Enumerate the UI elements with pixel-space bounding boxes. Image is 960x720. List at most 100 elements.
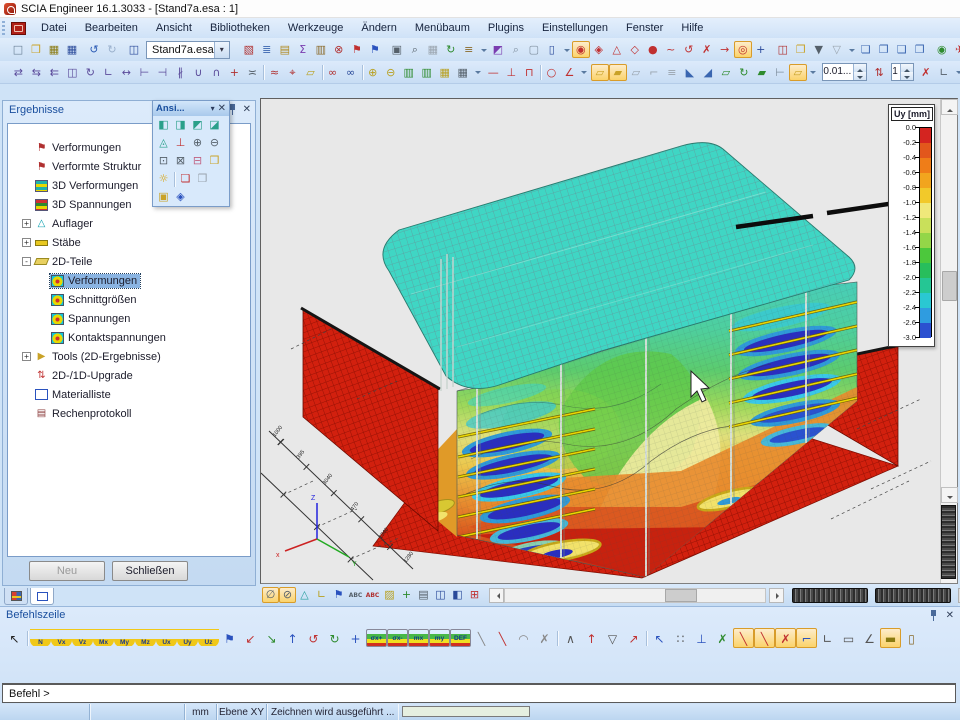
delete-measure-icon[interactable]: ✗ <box>917 64 935 81</box>
menu-item-menuebaum[interactable]: Menübaum <box>406 20 479 36</box>
zoom-all-icon[interactable]: ⊠ <box>172 153 189 169</box>
reaction-y-icon[interactable]: ↘ <box>261 628 282 648</box>
edit-polyline-icon[interactable]: ≈ <box>266 64 284 81</box>
snap-endpoint-icon[interactable]: ╲ <box>754 628 775 648</box>
3d-model-scene[interactable]: 1000 395 3040 470 1340 1280 Z x Y <box>261 99 940 583</box>
load-groups-icon[interactable]: ⊗ <box>330 41 348 58</box>
zoom-document-icon[interactable]: ⌕ <box>507 41 525 58</box>
paste-properties-icon[interactable]: ❐ <box>875 41 893 58</box>
render-wireframe-icon[interactable]: ∅ <box>262 587 279 603</box>
volumes-icon[interactable]: △ <box>296 587 313 603</box>
visibility-parameters-icon[interactable]: ◉ <box>933 41 951 58</box>
combo-dropdown-icon[interactable]: ▾ <box>214 42 229 58</box>
snap-free-icon[interactable]: ╲ <box>471 628 492 648</box>
table-gray-icon[interactable]: ▦ <box>454 64 472 81</box>
select-previous-icon[interactable]: ↺ <box>680 41 698 58</box>
command-line-header[interactable]: Befehlszeile ✕ <box>0 607 960 625</box>
marquee-icon[interactable]: ▢ <box>525 41 543 58</box>
tab-layers[interactable] <box>4 588 28 605</box>
deselect-all-icon[interactable]: ✗ <box>698 41 716 58</box>
result-uz-button[interactable]: Uz <box>198 629 219 647</box>
libraries-icon[interactable]: ▥ <box>312 41 330 58</box>
perspective-box-icon[interactable]: ◈ <box>172 189 189 205</box>
toolbar-overflow-icon[interactable] <box>474 64 475 80</box>
plate-selected-icon[interactable]: ▱ <box>789 64 807 81</box>
clipboard-picture-icon[interactable]: ▣ <box>155 189 172 205</box>
snap-tangent-icon[interactable]: ∟ <box>817 628 838 648</box>
table-to-left-icon[interactable]: ▥ <box>400 64 418 81</box>
intersect-icon[interactable]: ∩ <box>207 64 225 81</box>
snap-arc-icon[interactable]: ◠ <box>513 628 534 648</box>
spin-up-icon[interactable] <box>854 64 866 72</box>
tree-item-staebe[interactable]: +Stäbe <box>8 233 250 252</box>
scale-icon[interactable]: ∟ <box>99 64 117 81</box>
scale-spinner[interactable]: 1 <box>891 63 914 81</box>
result-n-button[interactable]: N <box>30 629 51 647</box>
line-grid-icon[interactable]: ⊥ <box>691 628 712 648</box>
results-diagram-icon[interactable]: ∟ <box>313 587 330 603</box>
trim-icon[interactable]: ⊢ <box>135 64 153 81</box>
open-project-icon[interactable]: ❒ <box>27 41 45 58</box>
calculation-mesh-icon[interactable]: ▧ <box>240 41 258 58</box>
rib-icon[interactable]: ≡ <box>663 64 681 81</box>
layers-icon[interactable]: ≣ <box>258 41 276 58</box>
select-by-mouse-icon[interactable]: ◉ <box>572 41 590 58</box>
snap-intersection-icon[interactable]: ✗ <box>775 628 796 648</box>
expand-icon[interactable]: + <box>22 352 31 361</box>
cursor-vertex-icon[interactable]: ∧ <box>560 628 581 648</box>
save-all-icon[interactable]: ▦ <box>45 41 63 58</box>
snap-angle-icon[interactable]: ∠ <box>859 628 880 648</box>
activity-filter-off-icon[interactable]: ▽ <box>828 41 846 58</box>
tree-item-auflager[interactable]: +Auflager <box>8 214 250 233</box>
collapse-icon[interactable]: - <box>22 257 31 266</box>
split-window-2-icon[interactable]: ◫ <box>432 587 449 603</box>
wall-corner-icon[interactable]: ⌐ <box>645 64 663 81</box>
snap-step-spinner[interactable]: 0.01... <box>822 63 867 81</box>
document-editor-icon[interactable]: ≡ <box>460 41 478 58</box>
undo-icon[interactable]: ↺ <box>85 41 103 58</box>
select-by-workplane-icon[interactable]: ◇ <box>626 41 644 58</box>
spin-up-icon[interactable] <box>901 64 913 72</box>
menu-item-einstellungen[interactable]: Einstellungen <box>533 20 617 36</box>
context-help-icon[interactable]: ▯ <box>543 41 561 58</box>
scroll-left-icon[interactable] <box>489 588 504 603</box>
xml-interface-icon[interactable]: Σ <box>294 41 312 58</box>
beam-end-condition-icon[interactable]: ⊢ <box>771 64 789 81</box>
project-manager-icon[interactable]: ◫ <box>125 41 143 58</box>
deformed-structure-icon[interactable]: ⚑ <box>219 628 240 648</box>
menu-item-plugins[interactable]: Plugins <box>479 20 533 36</box>
cursor-select-icon[interactable]: ▽ <box>602 628 623 648</box>
tree-item-2d-1d-upgrade[interactable]: 2D-/1D-Upgrade <box>8 366 250 385</box>
snap-solid-icon[interactable]: ▭ <box>838 628 859 648</box>
tree-item-materialliste[interactable]: Materialliste <box>8 385 250 404</box>
panel-right-icon[interactable]: ◢ <box>699 64 717 81</box>
snap-orthogonal-icon[interactable]: ⌐ <box>796 628 817 648</box>
close-icon[interactable]: ✕ <box>218 103 226 114</box>
measure-icon[interactable]: ≍ <box>243 64 261 81</box>
new-button[interactable]: Neu <box>29 561 105 581</box>
paper-gallery-icon[interactable]: ⚑ <box>366 41 384 58</box>
result-vx-button[interactable]: Vx <box>51 629 72 647</box>
expand-icon[interactable]: + <box>22 219 31 228</box>
dot-grid-icon[interactable]: ∷ <box>670 628 691 648</box>
3d-viewport[interactable]: 1000 395 3040 470 1340 1280 Z x Y <box>260 98 958 584</box>
menu-item-bearbeiten[interactable]: Bearbeiten <box>76 20 147 36</box>
picture-to-clipboard-icon[interactable]: ❏ <box>177 171 194 187</box>
draw-circle-icon[interactable]: ○ <box>542 64 560 81</box>
result-sigma-x-minus-button[interactable]: σx- <box>387 629 408 647</box>
menu-item-bibliotheken[interactable]: Bibliotheken <box>201 20 279 36</box>
result-mx-button[interactable]: Mx <box>93 629 114 647</box>
zoom-selection-icon[interactable]: ⊟ <box>189 153 206 169</box>
pointer-mode-icon[interactable]: ↖ <box>4 628 25 648</box>
command-input[interactable]: Befehl > <box>2 683 956 703</box>
snap-step-toggle-icon[interactable]: ⇅ <box>870 64 888 81</box>
result-mz-button[interactable]: Mz <box>135 629 156 647</box>
copy-entities-icon[interactable]: ⇆ <box>27 64 45 81</box>
select-by-rectangle-icon[interactable]: ◈ <box>590 41 608 58</box>
format-brush-icon[interactable]: ◩ <box>489 41 507 58</box>
scrollbar-thumb[interactable] <box>665 589 697 602</box>
document-refresh-icon[interactable]: ↻ <box>442 41 460 58</box>
print-preview-icon[interactable]: ⌕ <box>406 41 424 58</box>
render-options-icon[interactable]: ▤ <box>415 587 432 603</box>
spin-down-icon[interactable] <box>854 72 866 80</box>
